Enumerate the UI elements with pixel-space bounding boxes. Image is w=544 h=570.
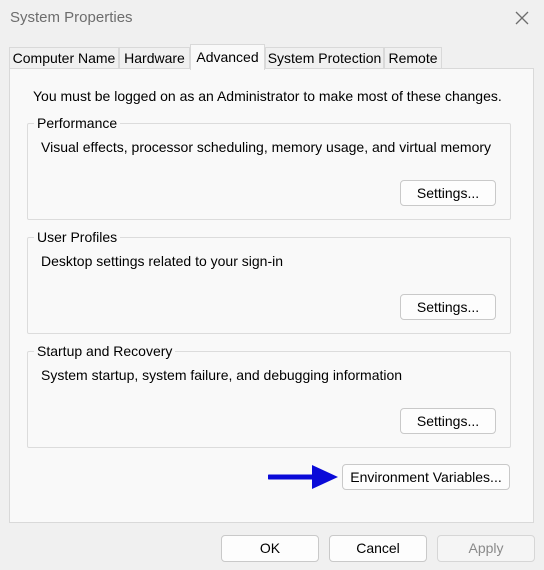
apply-button[interactable]: Apply [437, 535, 535, 562]
window-title: System Properties [10, 9, 133, 26]
performance-settings-button[interactable]: Settings... [400, 180, 496, 206]
cancel-button[interactable]: Cancel [329, 535, 427, 562]
title-bar: System Properties [0, 0, 544, 38]
tab-remote[interactable]: Remote [384, 47, 442, 69]
user-profiles-settings-button[interactable]: Settings... [400, 294, 496, 320]
performance-group: Performance Visual effects, processor sc… [27, 115, 511, 220]
tab-advanced[interactable]: Advanced [190, 44, 265, 70]
admin-note: You must be logged on as an Administrato… [33, 88, 502, 104]
advanced-tab-panel: You must be logged on as an Administrato… [9, 68, 534, 523]
tab-computer-name[interactable]: Computer Name [9, 47, 119, 69]
performance-description: Visual effects, processor scheduling, me… [41, 139, 492, 155]
close-icon [515, 11, 529, 25]
environment-variables-button[interactable]: Environment Variables... [342, 464, 510, 490]
user-profiles-group: User Profiles Desktop settings related t… [27, 229, 511, 334]
startup-recovery-description: System startup, system failure, and debu… [41, 367, 403, 383]
startup-recovery-group: Startup and Recovery System startup, sys… [27, 343, 511, 448]
startup-recovery-group-title: Startup and Recovery [34, 343, 176, 360]
startup-recovery-settings-button[interactable]: Settings... [400, 408, 496, 434]
ok-button[interactable]: OK [221, 535, 319, 562]
user-profiles-group-title: User Profiles [34, 229, 121, 246]
close-button[interactable] [508, 5, 536, 31]
user-profiles-description: Desktop settings related to your sign-in [41, 253, 284, 269]
tab-system-protection[interactable]: System Protection [265, 47, 384, 69]
right-arrow-icon [268, 465, 338, 489]
tab-hardware[interactable]: Hardware [119, 47, 190, 69]
performance-group-title: Performance [34, 115, 121, 132]
system-properties-dialog: System Properties Computer Name Hardware… [0, 0, 544, 570]
